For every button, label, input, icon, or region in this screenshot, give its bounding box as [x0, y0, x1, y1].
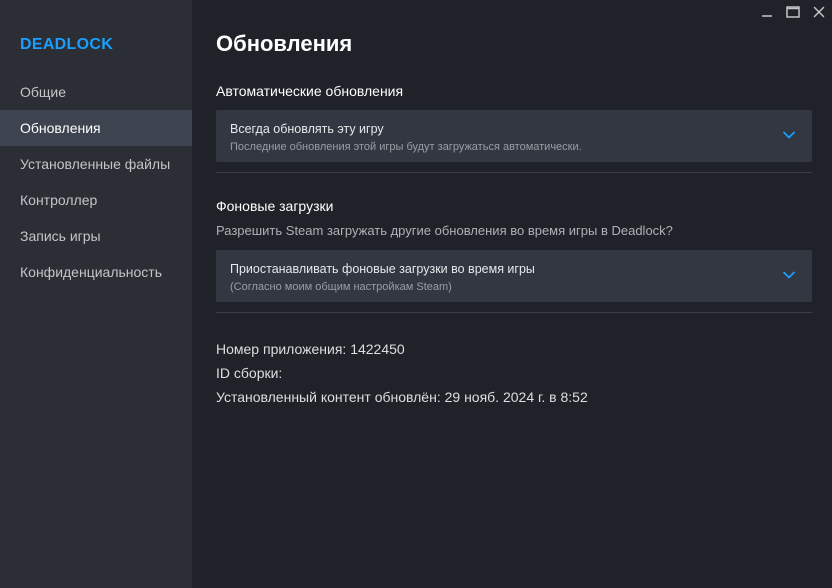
auto-updates-section: Автоматические обновления Всегда обновля… — [216, 82, 812, 162]
auto-updates-dropdown-description: Последние обновления этой игры будут заг… — [230, 141, 582, 153]
background-downloads-dropdown-value: Приостанавливать фоновые загрузки во вре… — [230, 262, 535, 276]
background-downloads-description: Разрешить Steam загружать другие обновле… — [216, 223, 673, 238]
close-button[interactable] — [806, 0, 832, 24]
sidebar-nav: Общие Обновления Установленные файлы Кон… — [0, 74, 192, 290]
close-icon — [813, 6, 825, 18]
sidebar-item-general[interactable]: Общие — [0, 74, 192, 110]
app-title: DEADLOCK — [20, 36, 114, 53]
chevron-down-icon — [783, 271, 795, 279]
app-info-section: Номер приложения: 1422450 ID сборки: Уст… — [216, 337, 812, 409]
sidebar-item-privacy[interactable]: Конфиденциальность — [0, 254, 192, 290]
properties-window: DEADLOCK Общие Обновления Установленные … — [0, 0, 832, 588]
sidebar-item-controller[interactable]: Контроллер — [0, 182, 192, 218]
background-downloads-title: Фоновые загрузки — [216, 198, 334, 214]
sidebar-item-updates[interactable]: Обновления — [0, 110, 192, 146]
window-controls — [754, 0, 832, 24]
sidebar-item-installed-files[interactable]: Установленные файлы — [0, 146, 192, 182]
page-title: Обновления — [216, 31, 353, 56]
maximize-button[interactable] — [780, 0, 806, 24]
minimize-icon — [762, 15, 772, 17]
app-id-line: Номер приложения: 1422450 — [216, 341, 405, 357]
auto-updates-dropdown[interactable]: Всегда обновлять эту игру Последние обно… — [216, 110, 812, 162]
chevron-down-icon — [783, 131, 795, 139]
divider — [216, 312, 812, 313]
sidebar: DEADLOCK Общие Обновления Установленные … — [0, 0, 192, 588]
background-downloads-dropdown-description: (Согласно моим общим настройкам Steam) — [230, 281, 452, 293]
auto-updates-title: Автоматические обновления — [216, 83, 404, 99]
content-updated-line: Установленный контент обновлён: 29 нояб.… — [216, 389, 588, 405]
minimize-button[interactable] — [754, 0, 780, 24]
background-downloads-dropdown[interactable]: Приостанавливать фоновые загрузки во вре… — [216, 250, 812, 302]
main-content: Обновления Автоматические обновления Все… — [192, 0, 832, 588]
sidebar-item-game-recording[interactable]: Запись игры — [0, 218, 192, 254]
background-downloads-section: Фоновые загрузки Разрешить Steam загружа… — [216, 197, 812, 302]
build-id-line: ID сборки: — [216, 365, 283, 381]
auto-updates-dropdown-value: Всегда обновлять эту игру — [230, 122, 384, 136]
maximize-icon — [786, 6, 800, 18]
divider — [216, 172, 812, 173]
